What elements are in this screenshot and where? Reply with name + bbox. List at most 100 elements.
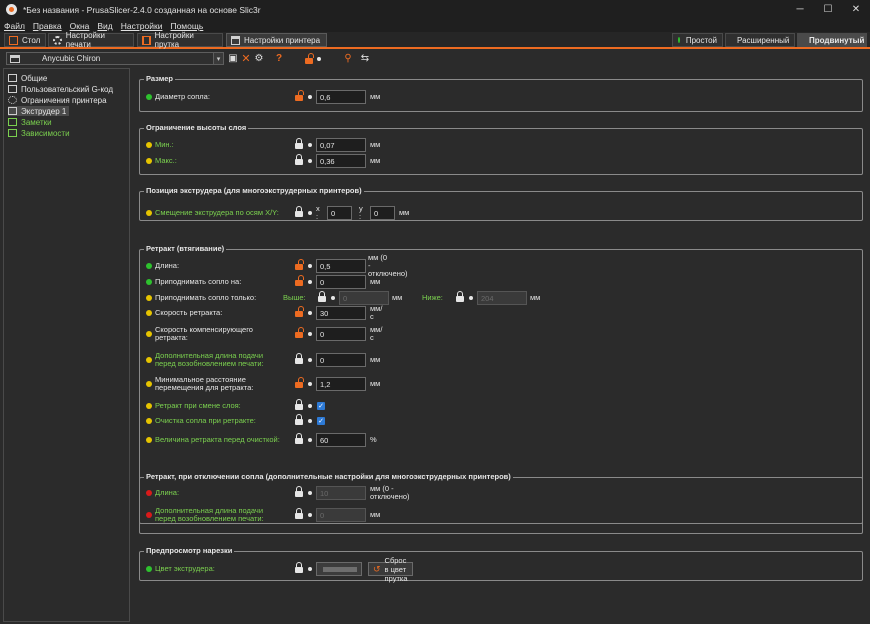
- unlock-icon[interactable]: [295, 306, 304, 317]
- tab-print-settings[interactable]: Настройки печати: [48, 31, 134, 49]
- extruder-offset-x-input[interactable]: 0: [327, 206, 352, 220]
- expert-mode-dot-icon: [146, 512, 152, 518]
- simple-mode-dot-icon: [146, 566, 152, 572]
- lock-icon[interactable]: [295, 353, 303, 364]
- menu-settings[interactable]: Настройки: [121, 21, 163, 31]
- retract-before-travel-input[interactable]: 1,2: [316, 377, 366, 391]
- tab-plater[interactable]: Стол: [4, 33, 46, 47]
- minimize-button[interactable]: ─: [786, 0, 814, 19]
- menu-help[interactable]: Помощь: [170, 21, 203, 31]
- undo-icon: ↺: [373, 563, 381, 574]
- question-icon[interactable]: ?: [275, 53, 283, 64]
- retract-restart-extra-toolchange-input[interactable]: 0: [316, 508, 366, 522]
- plater-icon: [9, 35, 18, 45]
- mode-advanced-button[interactable]: Расширенный: [725, 33, 795, 47]
- lock-icon[interactable]: [295, 414, 303, 425]
- simple-mode-dot-icon: [146, 94, 152, 100]
- retract-speed-input[interactable]: 30: [316, 306, 366, 320]
- mode-simple-button[interactable]: Простой: [672, 33, 723, 47]
- sidebar-item-machine-limits[interactable]: Ограничения принтера: [8, 95, 107, 105]
- sidebar-item-dependencies[interactable]: Зависимости: [8, 128, 70, 138]
- lock-icon[interactable]: [295, 508, 303, 519]
- extruder-icon: [8, 107, 17, 115]
- search-icon[interactable]: ⚲: [343, 53, 353, 64]
- lock-icon[interactable]: [295, 486, 303, 497]
- group-title: Предпросмотр нарезки: [144, 546, 235, 555]
- compare-icon[interactable]: ⇆: [360, 53, 370, 64]
- printer-preset-select[interactable]: Anycubic Chiron ▾: [6, 52, 224, 65]
- bullet-icon: [308, 95, 312, 99]
- retract-lift-input[interactable]: 0: [316, 275, 366, 289]
- unlock-icon[interactable]: [295, 259, 304, 270]
- unlock-icon[interactable]: [295, 275, 304, 286]
- extruder-color-picker[interactable]: [316, 562, 362, 576]
- close-button[interactable]: ✕: [842, 0, 870, 19]
- advanced-mode-dot-icon: [146, 331, 152, 337]
- wipe-checkbox[interactable]: ✓: [317, 417, 325, 425]
- lock-icon[interactable]: [295, 138, 303, 149]
- bullet-icon: [308, 358, 312, 362]
- bullet-icon: [331, 296, 335, 300]
- bullet-icon: [317, 57, 321, 61]
- lock-icon[interactable]: [295, 206, 303, 217]
- settings-page: Размер Диаметр сопла: 0,6 мм Ограничение…: [133, 68, 868, 622]
- maximize-button[interactable]: ☐: [814, 0, 842, 19]
- bullet-icon: [308, 280, 312, 284]
- unlock-icon[interactable]: [295, 90, 304, 101]
- mode-expert-button[interactable]: Продвинутый: [797, 33, 867, 47]
- bullet-icon: [308, 404, 312, 408]
- menu-bar: Файл Правка Окна Вид Настройки Помощь: [0, 19, 870, 32]
- tab-filament-settings[interactable]: Настройки прутка: [137, 31, 223, 49]
- retract-layer-change-checkbox[interactable]: ✓: [317, 402, 325, 410]
- preset-toolbar: Anycubic Chiron ▾ ▣ ✕ ⚙ ? ⚲ ⇆: [0, 51, 870, 66]
- gear-icon[interactable]: ⚙: [254, 53, 264, 64]
- lock-icon[interactable]: [318, 291, 326, 302]
- deretract-speed-input[interactable]: 0: [316, 327, 366, 341]
- lock-icon[interactable]: [295, 562, 303, 573]
- unlock-icon[interactable]: [305, 53, 314, 64]
- chevron-down-icon: ▾: [213, 53, 223, 64]
- bullet-icon: [308, 311, 312, 315]
- title-bar: *Без названия - PrusaSlicer-2.4.0 создан…: [0, 0, 870, 19]
- simple-mode-dot-icon: [678, 37, 680, 43]
- nozzle-diameter-input[interactable]: 0,6: [316, 90, 366, 104]
- notes-icon: [8, 118, 17, 126]
- lock-icon[interactable]: [295, 399, 303, 410]
- reset-to-filament-color-button[interactable]: ↺ Сброс в цвет прутка: [368, 556, 413, 583]
- lift-below-input[interactable]: 204: [477, 291, 527, 305]
- bullet-icon: [469, 296, 473, 300]
- printer-icon: [231, 35, 240, 45]
- retract-length-toolchange-input[interactable]: 10: [316, 486, 366, 500]
- retract-length-input[interactable]: 0,5: [316, 259, 366, 273]
- printer-icon: [8, 74, 17, 82]
- menu-window[interactable]: Окна: [70, 21, 90, 31]
- menu-view[interactable]: Вид: [97, 21, 112, 31]
- advanced-mode-dot-icon: [146, 418, 152, 424]
- lock-icon[interactable]: [295, 433, 303, 444]
- sidebar-item-extruder-1[interactable]: Экструдер 1: [8, 106, 70, 116]
- unlock-icon[interactable]: [295, 377, 304, 388]
- tab-printer-settings[interactable]: Настройки принтера: [226, 33, 327, 47]
- settings-sidebar: Общие Пользовательский G-код Ограничения…: [3, 68, 130, 622]
- retract-restart-extra-input[interactable]: 0: [316, 353, 366, 367]
- sidebar-item-general[interactable]: Общие: [8, 73, 47, 83]
- max-layer-height-input[interactable]: 0,36: [316, 154, 366, 168]
- menu-edit[interactable]: Правка: [33, 21, 62, 31]
- lock-icon[interactable]: [295, 154, 303, 165]
- unlock-icon[interactable]: [295, 327, 304, 338]
- menu-file[interactable]: Файл: [4, 21, 25, 31]
- lock-icon[interactable]: [456, 291, 464, 302]
- tab-bar: Стол Настройки печати Настройки прутка Н…: [0, 31, 870, 49]
- extruder-offset-y-input[interactable]: 0: [370, 206, 395, 220]
- sidebar-item-notes[interactable]: Заметки: [8, 117, 52, 127]
- lift-above-input[interactable]: 0: [339, 291, 389, 305]
- save-preset-icon[interactable]: ▣: [228, 53, 238, 64]
- advanced-mode-dot-icon: [146, 310, 152, 316]
- retract-before-wipe-input[interactable]: 60: [316, 433, 366, 447]
- delete-preset-icon[interactable]: ✕: [241, 53, 251, 65]
- group-title: Ретракт (втягивание): [144, 244, 227, 253]
- min-layer-height-input[interactable]: 0,07: [316, 138, 366, 152]
- sidebar-item-custom-gcode[interactable]: Пользовательский G-код: [8, 84, 113, 94]
- bullet-icon: [308, 438, 312, 442]
- bullet-icon: [308, 159, 312, 163]
